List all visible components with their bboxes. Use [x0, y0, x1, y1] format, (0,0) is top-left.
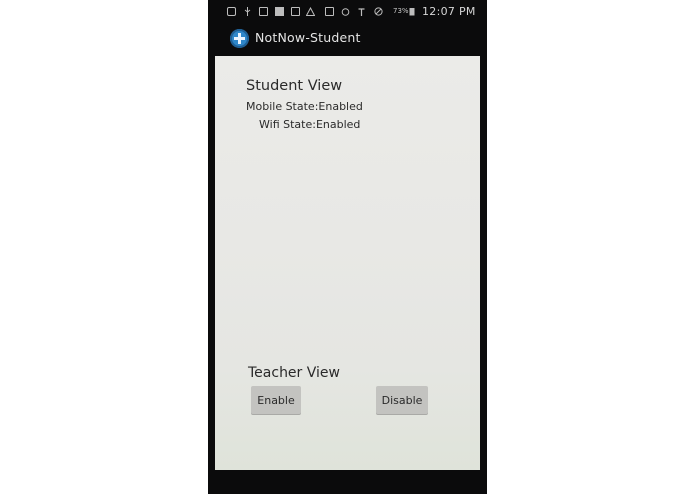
wifi-state-value: Enabled: [315, 118, 361, 131]
phone-frame: 73% 12:07 PM NotNow-Student Student View…: [208, 0, 487, 494]
enable-button[interactable]: Enable: [251, 386, 301, 414]
signal-icon: [358, 8, 365, 16]
battery-percent: 73%: [393, 7, 409, 15]
app-bar: NotNow-Student: [208, 26, 487, 54]
mobile-state-value: Enabled: [318, 100, 363, 113]
app-logo-icon: [230, 29, 249, 48]
teacher-view-heading: Teacher View: [248, 365, 340, 381]
alarm-icon: [341, 8, 350, 16]
battery-icon: [409, 8, 415, 16]
status-bar: 73% 12:07 PM: [208, 0, 487, 26]
sim-icon: [259, 7, 268, 16]
mobile-state-label: Mobile State:: [246, 100, 319, 113]
main-screen: Student View Mobile State:Enabled Wifi S…: [215, 56, 480, 470]
play-store-icon: [227, 7, 236, 16]
clock: 12:07 PM: [422, 5, 476, 18]
app-title: NotNow-Student: [255, 30, 361, 45]
student-view-heading: Student View: [246, 78, 343, 94]
bottom-bezel: [208, 470, 487, 494]
mobile-state-row: Mobile State:Enabled: [246, 100, 363, 113]
usb-icon: [244, 7, 251, 16]
image-icon: [291, 7, 300, 16]
warning-icon: [306, 7, 315, 16]
disable-button[interactable]: Disable: [376, 386, 428, 414]
nfc-icon: [325, 7, 334, 16]
do-not-disturb-icon: [374, 7, 383, 16]
facebook-icon: [275, 7, 284, 16]
wifi-state-row: Wifi State:Enabled: [259, 118, 360, 131]
wifi-state-label: Wifi State:: [259, 118, 316, 131]
